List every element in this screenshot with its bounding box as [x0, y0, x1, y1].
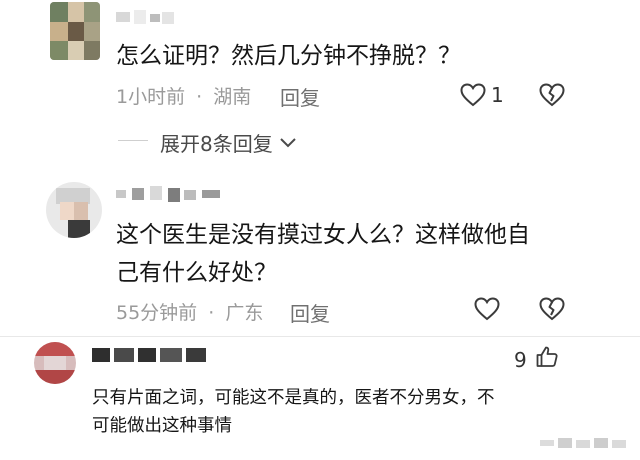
expand-replies-label: 展开8条回复	[160, 132, 273, 156]
comment-text-line: 这个医生是没有摸过女人么？这样做他自	[116, 222, 530, 248]
comment-text-line: 己有什么好处？	[116, 260, 277, 286]
chevron-down-icon	[280, 137, 296, 147]
comment-text: 只有片面之词，可能这不是真的，医者不分男女，不 可能做出这种事情	[92, 384, 495, 440]
comment-location: 湖南	[213, 86, 252, 108]
expand-divider	[118, 140, 148, 141]
heart-outline-icon[interactable]	[459, 82, 487, 108]
watermark	[540, 436, 630, 450]
avatar[interactable]	[34, 342, 76, 384]
comment-text: 这个医生是没有摸过女人么？这样做他自 己有什么好处？	[116, 216, 530, 292]
comment-meta: 55分钟前 · 广东	[116, 298, 263, 325]
like-count: 1	[491, 83, 504, 107]
username-blurred[interactable]	[92, 346, 210, 364]
comment-text: 怎么证明？然后几分钟不挣脱？？	[116, 43, 461, 69]
reply-button[interactable]: 回复	[290, 298, 330, 327]
like-count: 9	[514, 348, 527, 372]
comment-time: 55分钟前	[116, 302, 198, 324]
comment-meta: 1小时前 · 湖南	[116, 82, 251, 109]
heart-outline-icon[interactable]	[473, 296, 501, 322]
expand-replies-button[interactable]: 展开8条回复	[160, 128, 297, 157]
meta-separator: ·	[208, 302, 215, 324]
comment-text-line: 可能做出这种事情	[92, 416, 232, 436]
broken-heart-icon[interactable]	[538, 82, 566, 108]
username-blurred[interactable]	[116, 8, 174, 26]
broken-heart-icon[interactable]	[538, 296, 566, 322]
username-blurred[interactable]	[116, 184, 226, 202]
comment-location: 广东	[225, 302, 264, 324]
reply-button[interactable]: 回复	[280, 82, 320, 111]
meta-separator: ·	[196, 86, 203, 108]
section-divider	[0, 336, 640, 337]
comment-text-line: 只有片面之词，可能这不是真的，医者不分男女，不	[92, 388, 495, 408]
avatar[interactable]	[46, 182, 102, 238]
avatar[interactable]	[50, 2, 100, 60]
comment-time: 1小时前	[116, 86, 186, 108]
thumbs-up-icon[interactable]	[534, 344, 560, 370]
